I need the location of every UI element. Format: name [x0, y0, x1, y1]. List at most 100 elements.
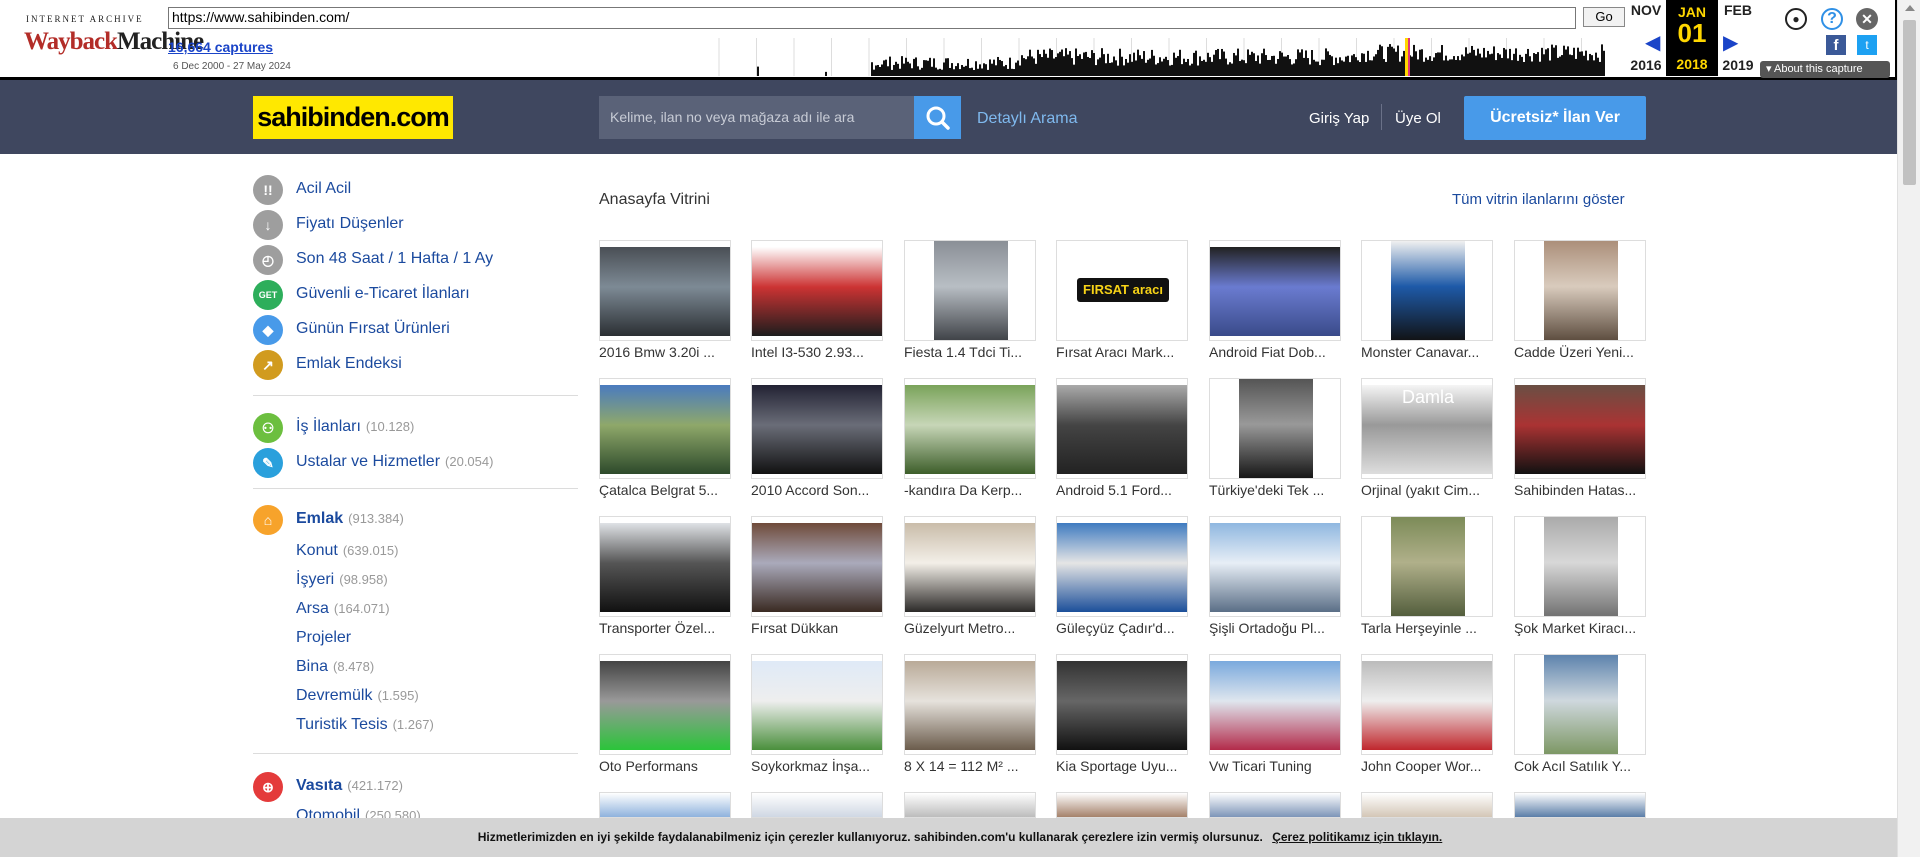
listing-card[interactable]: Intel I3-530 2.93... [751, 240, 883, 360]
listing-card[interactable]: Kia Sportage Uyu... [1056, 654, 1188, 774]
listing-card[interactable]: Vw Ticari Tuning [1209, 654, 1341, 774]
sidebar-item-services[interactable]: ✎ Ustalar ve Hizmetler (20.054) [253, 448, 578, 478]
wayback-go-button[interactable]: Go [1583, 7, 1625, 27]
listing-card[interactable] [1361, 792, 1493, 818]
sidebar-subitem[interactable]: Arsa (164.071) [296, 600, 390, 618]
listing-title[interactable]: Cadde Üzeri Yeni... [1514, 344, 1646, 360]
advanced-search-link[interactable]: Detaylı Arama [977, 110, 1077, 128]
listing-thumbnail[interactable] [599, 378, 731, 479]
sidebar-item-vasita[interactable]: ⊕ Vasıta (421.172) [253, 772, 578, 802]
sidebar-item-label[interactable]: Ustalar ve Hizmetler (20.054) [296, 453, 493, 471]
listing-card[interactable] [1056, 792, 1188, 818]
listing-title[interactable]: 2010 Accord Son... [751, 482, 883, 498]
listing-card[interactable]: Sahibinden Hatas... [1514, 378, 1646, 498]
sidebar-item-text[interactable]: İş İlanları [296, 418, 361, 435]
sidebar-subitem[interactable]: Konut (639.015) [296, 542, 398, 560]
sidebar-item-text[interactable]: Emlak Endeksi [296, 355, 402, 372]
user-icon[interactable]: ● [1785, 8, 1807, 30]
listing-thumbnail[interactable] [1361, 516, 1493, 617]
listing-card[interactable]: Fırsat Dükkan [751, 516, 883, 636]
listing-thumbnail[interactable] [904, 792, 1036, 818]
listing-thumbnail[interactable] [1361, 240, 1493, 341]
sidebar-subitem-label[interactable]: Arsa [296, 600, 329, 617]
listing-thumbnail[interactable] [1514, 378, 1646, 479]
sidebar-item-label[interactable]: İş İlanları (10.128) [296, 418, 414, 436]
listing-card[interactable]: Transporter Özel... [599, 516, 731, 636]
listing-title[interactable]: Monster Canavar... [1361, 344, 1493, 360]
sidebar-item-text[interactable]: Son 48 Saat / 1 Hafta / 1 Ay [296, 250, 493, 267]
listing-card[interactable] [904, 792, 1036, 818]
sidebar-item-text[interactable]: Emlak [296, 510, 343, 527]
listing-thumbnail[interactable] [751, 516, 883, 617]
help-icon[interactable]: ? [1821, 8, 1843, 30]
sidebar-subitem-label[interactable]: Bina [296, 658, 328, 675]
sidebar-subitem[interactable]: Bina (8.478) [296, 658, 374, 676]
listing-title[interactable]: Fiesta 1.4 Tdci Ti... [904, 344, 1036, 360]
listing-card[interactable]: Cadde Üzeri Yeni... [1514, 240, 1646, 360]
listing-card[interactable]: -kandıra Da Kerp... [904, 378, 1036, 498]
listing-title[interactable]: Kia Sportage Uyu... [1056, 758, 1188, 774]
listing-thumbnail[interactable] [751, 240, 883, 341]
close-icon[interactable]: ✕ [1856, 8, 1878, 30]
listing-title[interactable]: 8 X 14 = 112 M² ... [904, 758, 1036, 774]
sidebar-subitem-label[interactable]: Devremülk [296, 687, 372, 704]
listing-thumbnail[interactable] [1514, 792, 1646, 818]
next-capture-arrow-icon[interactable]: ▶ [1723, 30, 1738, 55]
sidebar-item-label[interactable]: Fiyatı Düşenler [296, 215, 404, 233]
listing-title[interactable]: Transporter Özel... [599, 620, 731, 636]
sidebar-subitem[interactable]: Projeler [296, 629, 351, 647]
listing-title[interactable]: Oto Performans [599, 758, 731, 774]
listing-title[interactable]: Fırsat Dükkan [751, 620, 883, 636]
listing-thumbnail[interactable] [904, 516, 1036, 617]
listing-card[interactable]: Fiesta 1.4 Tdci Ti... [904, 240, 1036, 360]
post-ad-button[interactable]: Ücretsiz* İlan Ver [1464, 96, 1646, 140]
listing-title[interactable]: Cok Acıl Satılık Y... [1514, 758, 1646, 774]
sidebar-item-text[interactable]: Acil Acil [296, 180, 351, 197]
sidebar-item-text[interactable]: Günün Fırsat Ürünleri [296, 320, 450, 337]
sidebar-item-label[interactable]: Acil Acil [296, 180, 351, 198]
wayback-next-month[interactable]: FEB 2019 [1712, 2, 1764, 73]
listing-card[interactable]: Android 5.1 Ford... [1056, 378, 1188, 498]
sidebar-item-label[interactable]: Emlak (913.384) [296, 510, 404, 528]
listing-card[interactable]: Türkiye'deki Tek ... [1209, 378, 1341, 498]
show-all-showcase-link[interactable]: Tüm vitrin ilanlarını göster [1452, 191, 1625, 208]
sidebar-item-text[interactable]: Güvenli e-Ticaret İlanları [296, 285, 470, 302]
listing-title[interactable]: Sahibinden Hatas... [1514, 482, 1646, 498]
login-link[interactable]: Giriş Yap [1309, 110, 1369, 127]
wayback-prev-year[interactable]: 2016 [1620, 57, 1672, 73]
listing-card[interactable]: 2010 Accord Son... [751, 378, 883, 498]
listing-thumbnail[interactable] [1209, 378, 1341, 479]
listing-thumbnail[interactable] [599, 240, 731, 341]
listing-card[interactable]: Oto Performans [599, 654, 731, 774]
listing-title[interactable]: Fırsat Aracı Mark... [1056, 344, 1188, 360]
listing-thumbnail[interactable] [904, 240, 1036, 341]
sidebar-item-price-drop[interactable]: ↓ Fiyatı Düşenler [253, 210, 578, 240]
listing-card[interactable]: Şişli Ortadoğu Pl... [1209, 516, 1341, 636]
listing-card[interactable]: Cok Acıl Satılık Y... [1514, 654, 1646, 774]
listing-card[interactable]: 2016 Bmw 3.20i ... [599, 240, 731, 360]
listing-thumbnail[interactable] [1056, 792, 1188, 818]
site-logo[interactable]: sahibinden.com [253, 96, 453, 139]
wayback-sparkline[interactable] [715, 38, 1615, 76]
listing-thumbnail[interactable] [599, 792, 731, 818]
listing-card[interactable]: John Cooper Wor... [1361, 654, 1493, 774]
listing-card[interactable] [751, 792, 883, 818]
wayback-prev-month[interactable]: NOV 2016 [1620, 2, 1672, 73]
listing-title[interactable]: Orjinal (yakıt Cim... [1361, 482, 1493, 498]
listing-title[interactable]: Çatalca Belgrat 5... [599, 482, 731, 498]
sidebar-item-text[interactable]: Fiyatı Düşenler [296, 215, 404, 232]
page-scrollbar[interactable] [1897, 0, 1920, 857]
sidebar-item-label[interactable]: Son 48 Saat / 1 Hafta / 1 Ay [296, 250, 493, 268]
listing-title[interactable]: Tarla Herşeyinle ... [1361, 620, 1493, 636]
wayback-captures-link[interactable]: 16,664 captures [168, 39, 273, 55]
listing-title[interactable]: Türkiye'deki Tek ... [1209, 482, 1341, 498]
listing-card[interactable]: Soykorkmaz İnşa... [751, 654, 883, 774]
sidebar-item-urgent[interactable]: !! Acil Acil [253, 175, 578, 205]
listing-title[interactable]: Intel I3-530 2.93... [751, 344, 883, 360]
listing-card[interactable]: Tarla Herşeyinle ... [1361, 516, 1493, 636]
listing-card[interactable]: Güleçyüz Çadır'd... [1056, 516, 1188, 636]
listing-thumbnail[interactable] [1209, 654, 1341, 755]
listing-card[interactable] [1514, 792, 1646, 818]
listing-thumbnail[interactable] [1361, 792, 1493, 818]
about-capture-dropdown[interactable]: ▾ About this capture [1760, 61, 1890, 78]
